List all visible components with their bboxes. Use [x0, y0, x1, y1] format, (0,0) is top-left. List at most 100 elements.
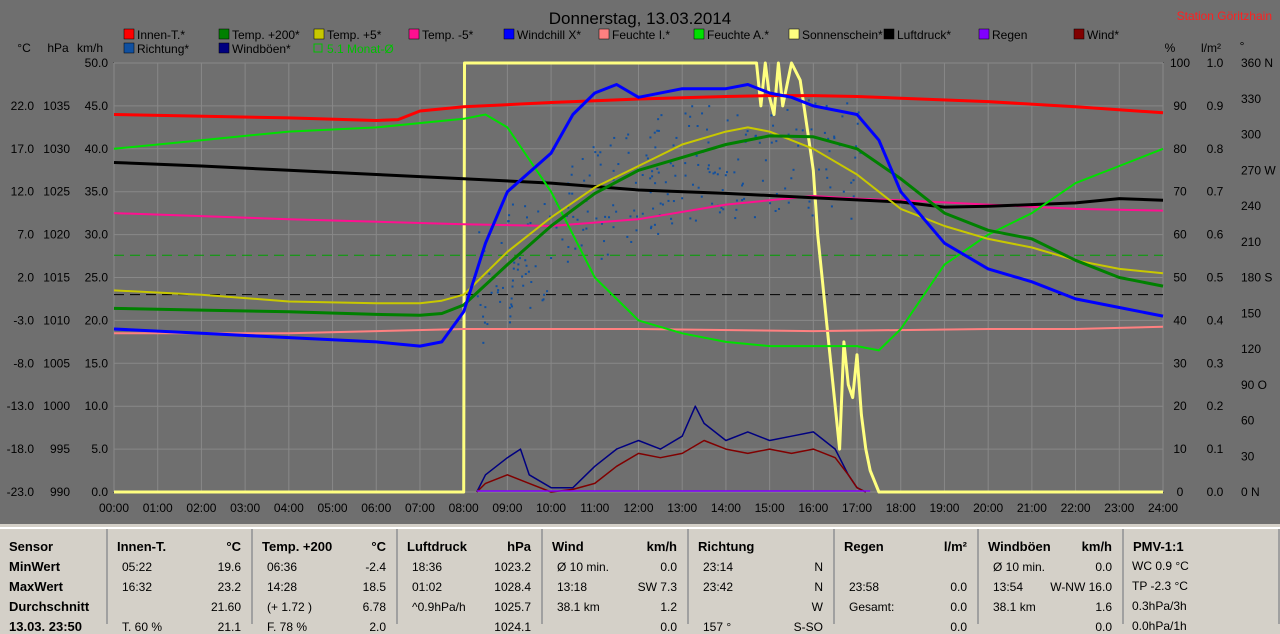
legend-swatch — [1073, 28, 1085, 40]
stats-value: 0.3hPa/3h — [1132, 599, 1187, 613]
stats-time: ^0.9hPa/h — [412, 600, 466, 614]
chart-canvas: Donnerstag, 13.03.2014 Station Göritzhain… — [7, 9, 1277, 515]
y-tick-label: 10.0 — [85, 399, 109, 413]
direction-point — [583, 179, 586, 182]
direction-point — [721, 189, 724, 192]
stats-value: 1025.7 — [494, 600, 531, 614]
y-tick-label: 1020 — [43, 228, 70, 242]
stats-unit: hPa — [507, 539, 531, 554]
stats-time: 14:28 — [267, 580, 298, 594]
y-tick-label: 15.0 — [85, 356, 109, 370]
direction-point — [842, 190, 845, 193]
direction-point — [596, 154, 599, 157]
y-tick-label: 100 — [1170, 56, 1190, 70]
direction-point — [592, 146, 595, 149]
direction-point — [688, 124, 691, 127]
stats-time: 23:14 — [703, 560, 734, 574]
legend-swatch — [788, 28, 800, 40]
direction-point — [801, 129, 804, 132]
direction-point — [516, 268, 519, 271]
stats-value: 1.2 — [660, 600, 677, 614]
direction-point — [508, 306, 511, 309]
x-tick-label: 21:00 — [1017, 501, 1047, 515]
direction-point — [746, 130, 749, 133]
direction-point — [660, 114, 663, 117]
direction-point — [707, 167, 710, 170]
direction-point — [758, 141, 761, 144]
direction-point — [509, 315, 512, 318]
direction-point — [654, 182, 657, 185]
direction-point — [612, 226, 615, 229]
direction-point — [511, 279, 514, 282]
legend-label: Sonnenschein* — [802, 28, 883, 42]
y-tick-label: 70 — [1173, 185, 1187, 199]
stats-time: T. 60 % — [122, 620, 163, 634]
direction-point — [635, 229, 638, 232]
stats-time: 06:36 — [267, 560, 298, 574]
stats-column-temp200: Temp. +200 °C 06:36 -2.4 14:28 18.5 (+ 1.72 ) 6… — [253, 529, 398, 634]
direction-point — [734, 217, 737, 220]
direction-point — [743, 197, 746, 200]
x-tick-label: 11:00 — [580, 501, 609, 515]
direction-point — [501, 286, 504, 289]
stats-column-boeen: Windböen km/h Ø 10 min. 0.0 13:54 W-NW 16.0 38… — [979, 529, 1124, 634]
x-tick-label: 03:00 — [230, 501, 260, 515]
y-tick-label: 80 — [1173, 142, 1187, 156]
direction-point — [508, 214, 511, 217]
direction-point — [484, 306, 487, 309]
direction-point — [651, 170, 654, 173]
direction-point — [576, 218, 579, 221]
chart-title: Donnerstag, 13.03.2014 — [549, 9, 731, 28]
direction-point — [810, 128, 813, 131]
legend-swatch — [598, 28, 610, 40]
y-tick-label: 0.6 — [1207, 228, 1224, 242]
y-tick-label: 180 S — [1241, 271, 1272, 285]
stats-row-label: MinWert — [9, 559, 61, 574]
x-tick-label: 00:00 — [99, 501, 129, 515]
y-tick-label: 1005 — [43, 356, 70, 370]
y-tick-label: 20 — [1173, 399, 1187, 413]
stats-time: 23:58 — [849, 580, 880, 594]
direction-point — [761, 179, 764, 182]
direction-point — [517, 263, 520, 266]
direction-point — [612, 204, 615, 207]
legend-swatch — [408, 28, 420, 40]
direction-point — [595, 217, 598, 220]
direction-point — [707, 164, 710, 167]
stats-value: 0.0 — [1095, 620, 1112, 634]
legend-swatch — [218, 28, 230, 40]
legend-swatch — [218, 42, 230, 54]
y-tick-label: 50.0 — [85, 56, 109, 70]
direction-point — [537, 210, 540, 213]
direction-point — [570, 173, 573, 176]
direction-point — [500, 241, 503, 244]
y-tick-label: 60 — [1241, 414, 1255, 428]
stats-unit: °C — [371, 539, 386, 554]
direction-point — [656, 167, 659, 170]
direction-point — [754, 135, 757, 138]
direction-point — [604, 215, 607, 218]
stats-time: 13:18 — [557, 580, 588, 594]
legend-swatch — [883, 28, 895, 40]
direction-point — [726, 119, 729, 122]
direction-point — [854, 156, 857, 159]
direction-point — [825, 168, 828, 171]
direction-point — [580, 244, 583, 247]
y-tick-label: 2.0 — [17, 271, 34, 285]
stats-unit: l/m² — [943, 539, 967, 554]
legend-label: Windböen* — [232, 42, 291, 56]
direction-point — [572, 215, 575, 218]
direction-point — [574, 247, 577, 250]
direction-point — [733, 171, 736, 174]
direction-point — [830, 205, 833, 208]
y-tick-label: 0.3 — [1207, 356, 1224, 370]
stats-value: 0.0hPa/1h — [1132, 619, 1187, 633]
y-tick-label: 40.0 — [85, 142, 109, 156]
stats-unit: km/h — [1081, 539, 1112, 554]
direction-point — [585, 227, 588, 230]
stats-time: (+ 1.72 ) — [267, 600, 313, 614]
direction-point — [615, 210, 618, 213]
stats-header: Luftdruck — [407, 539, 467, 554]
direction-point — [700, 195, 703, 198]
y-tick-label: 60 — [1173, 228, 1187, 242]
